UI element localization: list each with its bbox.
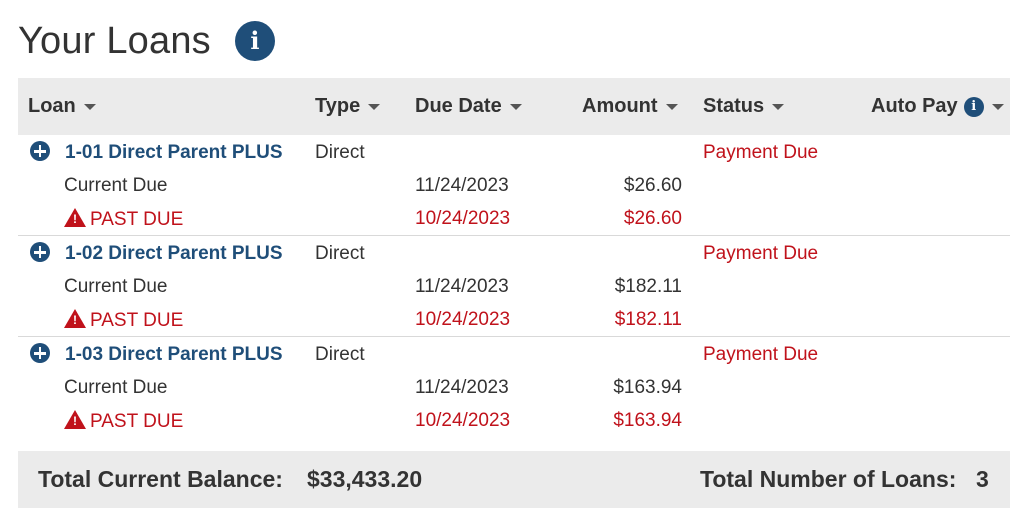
loan-group: 1-01 Direct Parent PLUS Direct Payment D…: [18, 136, 1010, 236]
current-due-amount: $26.60: [623, 175, 682, 196]
column-autopay-label: Auto Pay: [871, 95, 958, 117]
caret-down-icon: [368, 103, 381, 110]
current-due-date: 11/24/2023: [415, 377, 509, 398]
total-balance-label: Total Current Balance:: [38, 466, 283, 492]
page-header: Your Loans i: [18, 16, 275, 66]
column-type-label: Type: [315, 95, 361, 117]
past-due-row: ! PAST DUE: [64, 410, 183, 433]
column-status[interactable]: Status: [703, 78, 785, 135]
row-divider: [18, 235, 1010, 236]
loan-group: 1-02 Direct Parent PLUS Direct Payment D…: [18, 237, 1010, 337]
past-due-date: 10/24/2023: [415, 208, 511, 229]
warning-icon: !: [64, 410, 86, 429]
caret-down-icon: [83, 103, 96, 110]
caret-down-icon: [665, 103, 678, 110]
caret-down-icon: [509, 103, 522, 110]
page-title: Your Loans: [18, 19, 211, 62]
row-divider: [18, 336, 1010, 337]
past-due-amount: $26.60: [623, 208, 682, 229]
loan-group: 1-03 Direct Parent PLUS Direct Payment D…: [18, 338, 1010, 438]
current-due-date: 11/24/2023: [415, 276, 509, 297]
past-due-row: ! PAST DUE: [64, 208, 183, 231]
expand-plus-icon[interactable]: [30, 343, 50, 363]
past-due-amount: $163.94: [613, 410, 682, 431]
info-icon[interactable]: i: [234, 21, 275, 61]
column-status-label: Status: [703, 95, 765, 117]
loan-type: Direct: [315, 344, 365, 365]
autopay-info-icon[interactable]: i: [963, 96, 984, 117]
loan-name-link[interactable]: 1-03 Direct Parent PLUS: [65, 344, 283, 366]
totals-footer: Total Current Balance: $33,433.20 Total …: [18, 451, 1010, 508]
past-due-row: ! PAST DUE: [64, 309, 183, 332]
loan-status: Payment Due: [703, 243, 819, 264]
past-due-label: PAST DUE: [90, 209, 184, 230]
current-due-label: Current Due: [64, 377, 168, 398]
loan-name-link[interactable]: 1-01 Direct Parent PLUS: [65, 142, 283, 164]
total-loans-value: 3: [976, 466, 989, 492]
loan-type: Direct: [315, 142, 365, 163]
current-due-label: Current Due: [64, 175, 168, 196]
loan-type: Direct: [315, 243, 365, 264]
table-header: Loan Type Due Date Amount Status Auto Pa…: [18, 78, 1010, 135]
column-amount-label: Amount: [582, 95, 658, 117]
column-amount[interactable]: Amount: [582, 78, 678, 135]
expand-plus-icon[interactable]: [30, 141, 50, 161]
expand-plus-icon[interactable]: [30, 242, 50, 262]
total-balance-value: $33,433.20: [307, 466, 423, 492]
loan-status: Payment Due: [703, 344, 819, 365]
column-type[interactable]: Type: [315, 78, 381, 135]
column-loan-label: Loan: [28, 95, 76, 117]
past-due-label: PAST DUE: [90, 411, 184, 432]
current-due-date: 11/24/2023: [415, 175, 509, 196]
past-due-date: 10/24/2023: [415, 309, 511, 330]
warning-icon: !: [64, 309, 86, 328]
current-due-amount: $182.11: [614, 276, 682, 297]
caret-down-icon: [991, 103, 1004, 110]
past-due-label: PAST DUE: [90, 310, 184, 331]
past-due-amount: $182.11: [614, 309, 682, 330]
past-due-date: 10/24/2023: [415, 410, 511, 431]
column-autopay[interactable]: Auto Pay i: [871, 78, 1004, 135]
column-loan[interactable]: Loan: [28, 78, 96, 135]
caret-down-icon: [772, 103, 785, 110]
column-due-date[interactable]: Due Date: [415, 78, 522, 135]
loan-status: Payment Due: [703, 142, 819, 163]
current-due-amount: $163.94: [613, 377, 682, 398]
column-due-date-label: Due Date: [415, 95, 502, 117]
loan-name-link[interactable]: 1-02 Direct Parent PLUS: [65, 243, 283, 265]
warning-icon: !: [64, 208, 86, 227]
total-loans-label: Total Number of Loans:: [700, 466, 957, 492]
current-due-label: Current Due: [64, 276, 168, 297]
